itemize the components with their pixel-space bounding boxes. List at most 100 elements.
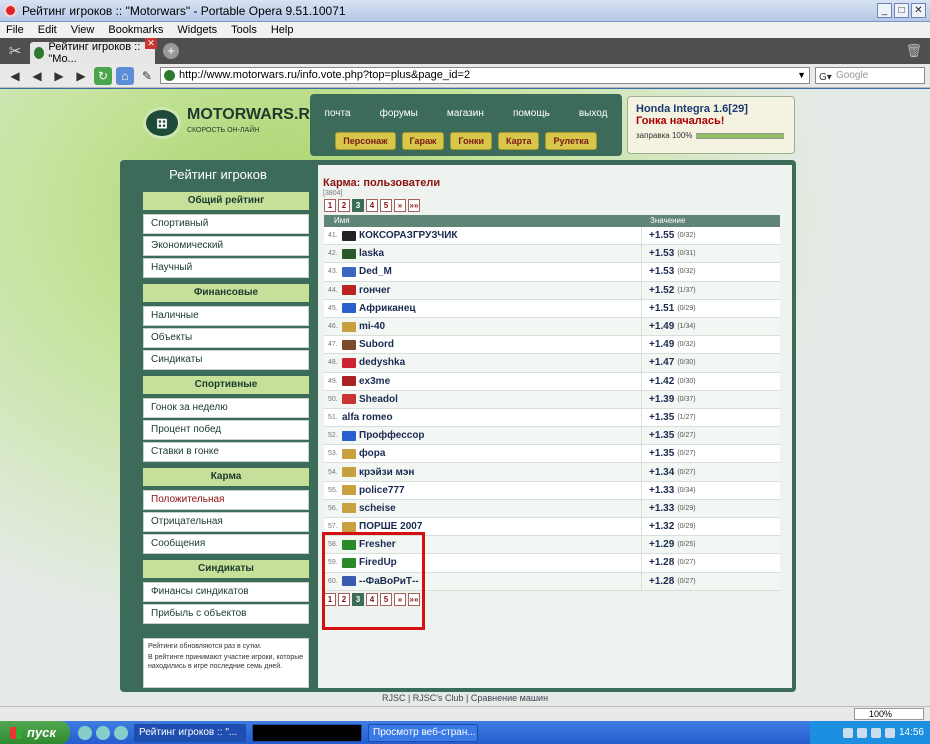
chevron-down-icon[interactable]: ▼ xyxy=(797,68,806,83)
tools-icon[interactable]: ✂ xyxy=(4,40,26,62)
tab-close-icon[interactable]: ✕ xyxy=(145,38,157,49)
tab-active[interactable]: Рейтинг игроков :: "Mo... ✕ xyxy=(30,38,157,65)
footer-links[interactable]: RJSC | RJSC's Club | Сравнение машин xyxy=(0,693,930,703)
player-name-link[interactable]: фора xyxy=(359,448,385,459)
player-name-link[interactable]: laska xyxy=(359,248,384,259)
zoom-control[interactable]: 100% xyxy=(854,708,924,720)
column-value[interactable]: Значение xyxy=(642,215,685,227)
nav-forums[interactable]: форумы xyxy=(380,108,418,119)
roulette-button[interactable]: Рулетка xyxy=(545,132,597,150)
task-opera[interactable]: Рейтинг игроков :: "... xyxy=(134,723,246,742)
page-link[interactable]: 1 xyxy=(324,199,336,212)
quicklaunch-icon[interactable] xyxy=(78,725,92,740)
maximize-button[interactable]: □ xyxy=(894,3,909,18)
player-name-link[interactable]: ПОРШЕ 2007 xyxy=(359,521,422,532)
address-bar[interactable]: http://www.motorwars.ru/info.vote.php?to… xyxy=(160,67,810,84)
player-name-link[interactable]: alfa romeo xyxy=(342,412,393,423)
sidebar-item[interactable]: Синдикаты xyxy=(143,350,309,370)
forward-icon[interactable]: ▶ xyxy=(50,67,68,85)
sidebar-item[interactable]: Ставки в гонке xyxy=(143,442,309,462)
sidebar-item[interactable]: Финансы синдикатов xyxy=(143,582,309,602)
menu-view[interactable]: View xyxy=(71,24,95,36)
task-ie[interactable]: Просмотр веб-стран... xyxy=(368,723,478,742)
nav-mail[interactable]: почта xyxy=(325,108,351,119)
page-link[interactable]: »» xyxy=(408,199,420,212)
close-button[interactable]: ✕ xyxy=(911,3,926,18)
page-link[interactable]: 5 xyxy=(380,199,392,212)
nav-help[interactable]: помощь xyxy=(513,108,550,119)
edit-icon[interactable]: ✎ xyxy=(138,67,156,85)
sidebar-item[interactable]: Отрицательная xyxy=(143,512,309,532)
sidebar-item[interactable]: Прибыль с объектов xyxy=(143,604,309,624)
races-button[interactable]: Гонки xyxy=(450,132,493,150)
page-link[interactable]: 4 xyxy=(366,593,378,606)
player-name-link[interactable]: крэйзи мэн xyxy=(359,467,414,478)
minimize-button[interactable]: _ xyxy=(877,3,892,18)
menu-tools[interactable]: Tools xyxy=(231,24,257,36)
player-name-link[interactable]: Ded_M xyxy=(359,266,392,277)
page-link[interactable]: 2 xyxy=(338,593,350,606)
player-name-link[interactable]: Subord xyxy=(359,339,394,350)
sidebar-item[interactable]: Спортивный xyxy=(143,214,309,234)
task-redacted[interactable] xyxy=(252,723,362,742)
trash-icon[interactable]: 🗑 xyxy=(905,43,922,59)
fast-forward-icon[interactable]: ▶ xyxy=(72,67,90,85)
nav-logout[interactable]: выход xyxy=(579,108,608,119)
menu-widgets[interactable]: Widgets xyxy=(177,24,217,36)
player-name-link[interactable]: dedyshka xyxy=(359,357,405,368)
page-link[interactable]: » xyxy=(394,593,406,606)
sidebar-item[interactable]: Научный xyxy=(143,258,309,278)
character-button[interactable]: Персонаж xyxy=(335,132,396,150)
map-button[interactable]: Карта xyxy=(498,132,540,150)
sidebar-item[interactable]: Объекты xyxy=(143,328,309,348)
page-link[interactable]: »» xyxy=(408,593,420,606)
player-name-link[interactable]: Проффессор xyxy=(359,430,425,441)
page-link[interactable]: 3 xyxy=(352,593,364,606)
menu-file[interactable]: File xyxy=(6,24,24,36)
menu-edit[interactable]: Edit xyxy=(38,24,57,36)
page-link[interactable]: 5 xyxy=(380,593,392,606)
player-name-link[interactable]: police777 xyxy=(359,485,405,496)
player-name-link[interactable]: ex3me xyxy=(359,376,390,387)
player-name-link[interactable]: Fresher xyxy=(359,539,396,550)
search-input[interactable]: G▾ Google xyxy=(815,67,925,84)
sidebar-item[interactable]: Положительная xyxy=(143,490,309,510)
tray-icon[interactable] xyxy=(842,727,853,738)
sidebar-item[interactable]: Наличные xyxy=(143,306,309,326)
back-icon[interactable]: ◀ xyxy=(28,67,46,85)
player-name-link[interactable]: КОКСОРАЗГРУЗЧИК xyxy=(359,230,458,241)
quicklaunch-icon[interactable] xyxy=(96,725,110,740)
player-name-link[interactable]: Африканец xyxy=(359,303,416,314)
sidebar-item[interactable]: Гонок за неделю xyxy=(143,398,309,418)
sidebar-item[interactable]: Экономический xyxy=(143,236,309,256)
tray-icon[interactable] xyxy=(884,727,895,738)
back-end-icon[interactable]: ◀ xyxy=(6,67,24,85)
quicklaunch-icon[interactable] xyxy=(114,725,128,740)
player-name-link[interactable]: Sheadol xyxy=(359,394,398,405)
sidebar-item[interactable]: Процент побед xyxy=(143,420,309,440)
player-name-link[interactable]: mi-40 xyxy=(359,321,385,332)
player-name-link[interactable]: гончег xyxy=(359,285,391,296)
page-link[interactable]: » xyxy=(394,199,406,212)
sidebar-item[interactable]: Сообщения xyxy=(143,534,309,554)
tray-icon[interactable] xyxy=(870,727,881,738)
menu-help[interactable]: Help xyxy=(271,24,294,36)
site-logo[interactable]: ⊞ MOTORWARS.RU СКОРОСТЬ ОН-ЛАЙН xyxy=(143,107,322,139)
nav-shop[interactable]: магазин xyxy=(447,108,484,119)
page-link[interactable]: 2 xyxy=(338,199,350,212)
home-icon[interactable]: ⌂ xyxy=(116,66,134,85)
column-name[interactable]: Имя xyxy=(324,215,642,227)
player-name-link[interactable]: FiredUp xyxy=(359,557,397,568)
player-name-link[interactable]: --ФаВоРиТ-- xyxy=(359,576,419,587)
menu-bookmarks[interactable]: Bookmarks xyxy=(108,24,163,36)
start-button[interactable]: пуск xyxy=(0,721,70,744)
page-link[interactable]: 4 xyxy=(366,199,378,212)
tray-icon[interactable] xyxy=(856,727,867,738)
new-tab-icon[interactable]: + xyxy=(163,43,179,59)
page-link[interactable]: 1 xyxy=(324,593,336,606)
garage-button[interactable]: Гараж xyxy=(401,132,445,150)
player-name-link[interactable]: scheise xyxy=(359,503,396,514)
car-name[interactable]: Honda Integra 1.6[29] xyxy=(636,103,786,115)
page-link[interactable]: 3 xyxy=(352,199,364,212)
reload-icon[interactable]: ↻ xyxy=(94,66,112,85)
